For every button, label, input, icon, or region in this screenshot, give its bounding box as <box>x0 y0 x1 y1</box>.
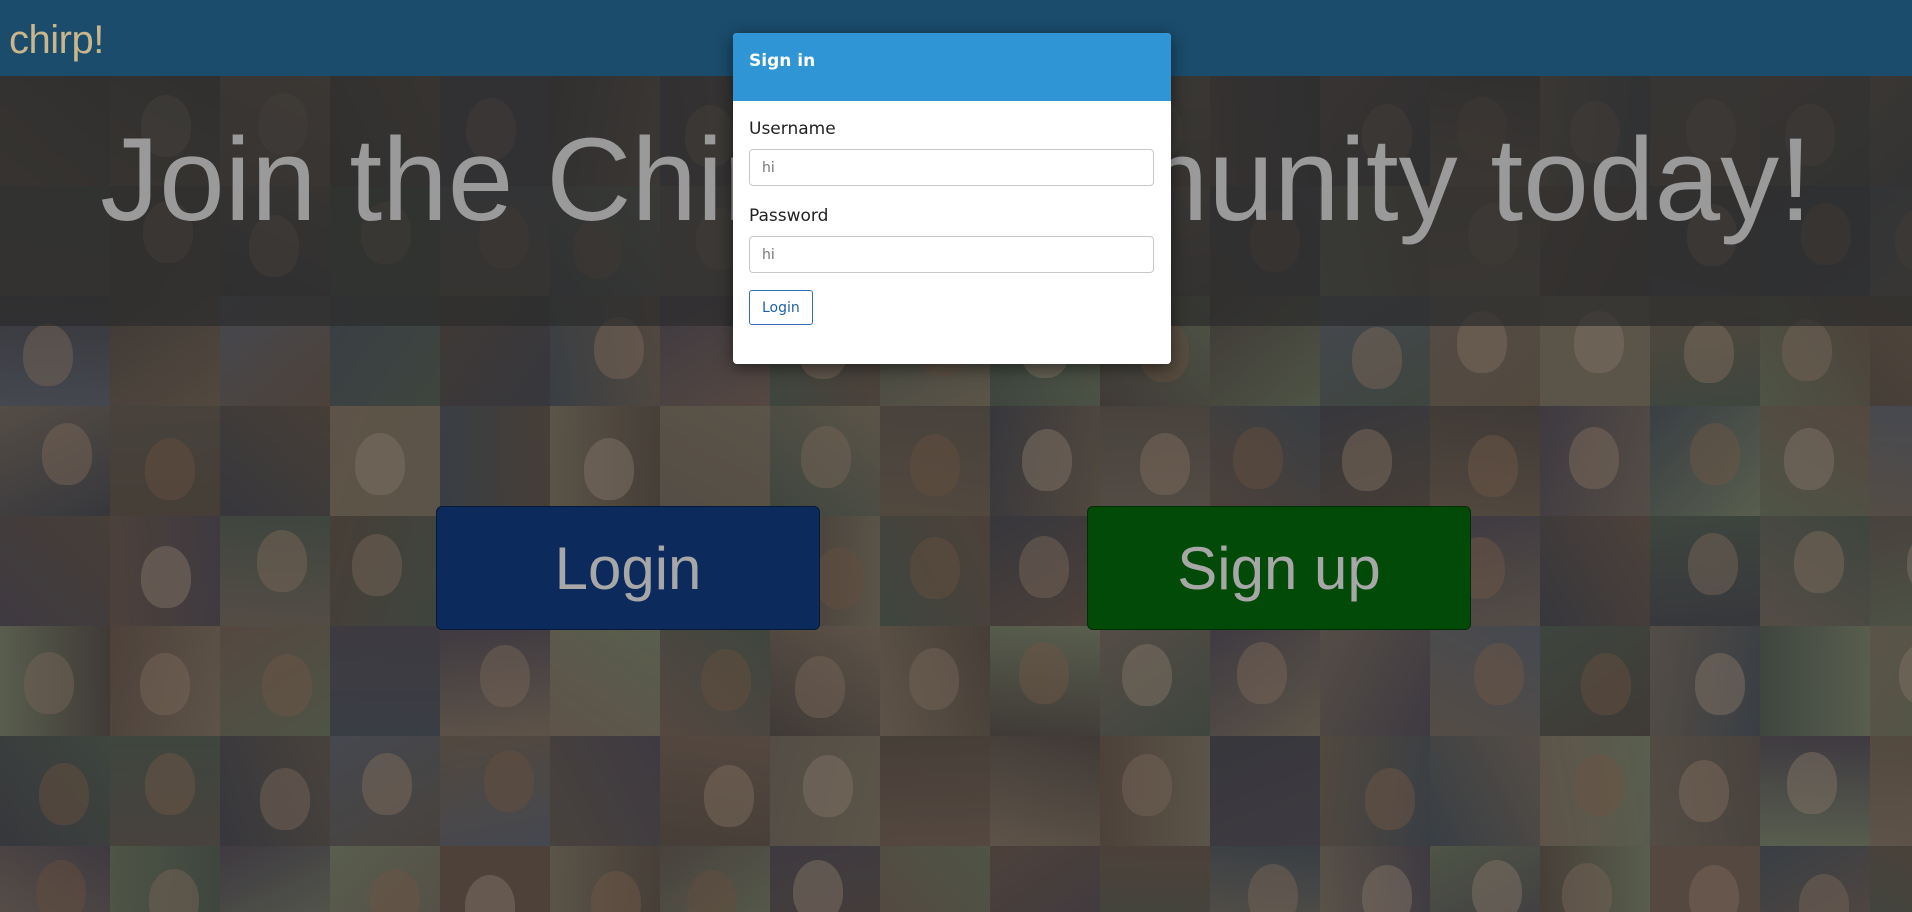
modal-body: Username Password Login <box>733 101 1171 325</box>
login-button[interactable]: Login <box>436 506 820 630</box>
password-input[interactable] <box>749 236 1154 273</box>
sign-in-modal: Sign in Username Password Login <box>733 33 1171 364</box>
username-label: Username <box>749 119 836 139</box>
password-label: Password <box>749 206 829 226</box>
username-input[interactable] <box>749 149 1154 186</box>
brand-logo[interactable]: chirp! <box>9 18 104 63</box>
modal-title: Sign in <box>733 33 1171 101</box>
modal-login-button[interactable]: Login <box>749 290 813 325</box>
app-root: Join the Chirp Community today! Login Si… <box>0 0 1912 912</box>
signup-button[interactable]: Sign up <box>1087 506 1471 630</box>
